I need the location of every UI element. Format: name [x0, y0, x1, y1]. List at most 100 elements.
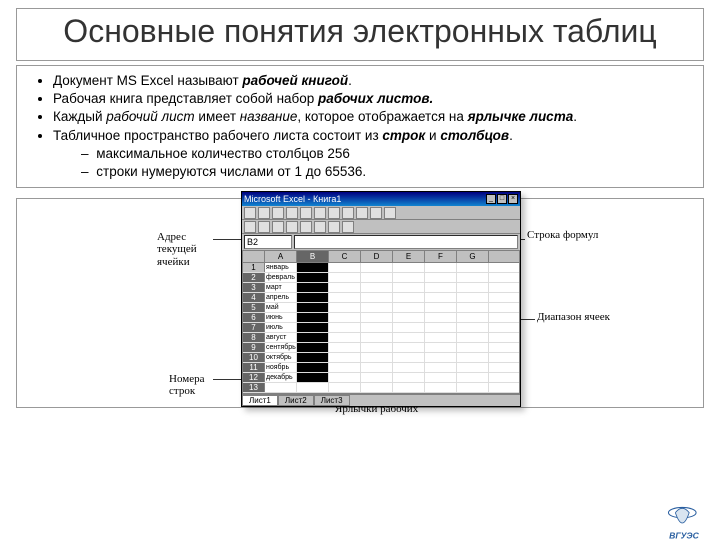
grid-cell [329, 363, 361, 372]
bullet-2: Рабочая книга представляет собой набор р… [53, 90, 695, 108]
bullet-4: Табличное пространство рабочего листа со… [53, 127, 695, 182]
grid-cell [425, 343, 457, 352]
grid-cell [329, 323, 361, 332]
grid-cell: июнь [265, 313, 297, 322]
col-header: D [361, 251, 393, 262]
grid-cell [361, 283, 393, 292]
grid-cell [361, 353, 393, 362]
grid-cell [297, 363, 329, 372]
grid-cell [457, 333, 489, 342]
grid-cell: май [265, 303, 297, 312]
grid-cell [329, 303, 361, 312]
bullet-4a: максимальное количество столбцов 256 [81, 145, 695, 163]
formula-bar: B2 [242, 234, 520, 250]
sheet-tab: Лист3 [314, 395, 350, 406]
grid-cell [393, 333, 425, 342]
grid-row: 2февраль [243, 273, 519, 283]
grid-cell [329, 283, 361, 292]
grid-cell: февраль [265, 273, 297, 282]
grid-cell [297, 353, 329, 362]
grid-cell [393, 293, 425, 302]
maximize-icon: □ [497, 194, 507, 204]
svg-text:ВГУЭС: ВГУЭС [669, 531, 699, 541]
worksheet-grid: A B C D E F G 1январь2февраль3март4апрел… [242, 250, 520, 394]
grid-row: 7июль [243, 323, 519, 333]
grid-cell: декабрь [265, 373, 297, 382]
slide-title: Основные понятия электронных таблиц [25, 13, 695, 50]
grid-cell [457, 383, 489, 392]
sheet-tab: Лист2 [278, 395, 314, 406]
grid-cell: июль [265, 323, 297, 332]
grid-cell [457, 373, 489, 382]
col-header: E [393, 251, 425, 262]
grid-cell [329, 273, 361, 282]
grid-cell [361, 323, 393, 332]
grid-row: 5май [243, 303, 519, 313]
grid-cell [329, 383, 361, 392]
grid-row: 12декабрь [243, 373, 519, 383]
grid-cell [393, 343, 425, 352]
col-header: B [297, 251, 329, 262]
grid-cell [297, 323, 329, 332]
grid-cell [297, 373, 329, 382]
window-title: Microsoft Excel - Книга1 [244, 194, 341, 204]
col-header: C [329, 251, 361, 262]
grid-cell [361, 333, 393, 342]
column-headers: A B C D E F G [243, 251, 519, 263]
minimize-icon: _ [486, 194, 496, 204]
grid-cell [457, 353, 489, 362]
formula-input [294, 235, 518, 249]
grid-cell [361, 293, 393, 302]
grid-cell [361, 263, 393, 272]
col-header: G [457, 251, 489, 262]
grid-cell: август [265, 333, 297, 342]
grid-cell [457, 323, 489, 332]
grid-cell [457, 283, 489, 292]
grid-cell [457, 303, 489, 312]
grid-cell [329, 353, 361, 362]
grid-row: 10октябрь [243, 353, 519, 363]
grid-cell [297, 343, 329, 352]
col-header: A [265, 251, 297, 262]
content-frame: Документ MS Excel называют рабочей книго… [16, 65, 704, 188]
grid-cell [393, 303, 425, 312]
toolbar-icon [244, 207, 256, 219]
grid-cell [457, 293, 489, 302]
grid-cell [425, 313, 457, 322]
grid-cell [393, 283, 425, 292]
grid-cell [297, 263, 329, 272]
grid-cell [425, 373, 457, 382]
close-icon: × [508, 194, 518, 204]
excel-screenshot: Microsoft Excel - Книга1 _ □ × B2 A B C … [241, 191, 521, 407]
grid-cell [393, 373, 425, 382]
grid-cell: ноябрь [265, 363, 297, 372]
grid-cell: октябрь [265, 353, 297, 362]
bullet-3: Каждый рабочий лист имеет название, кото… [53, 108, 695, 126]
label-cell-range: Диапазон ячеек [537, 311, 610, 323]
grid-cell [361, 383, 393, 392]
grid-cell [457, 273, 489, 282]
grid-cell [297, 283, 329, 292]
grid-cell [425, 333, 457, 342]
grid-cell [457, 263, 489, 272]
grid-cell [425, 353, 457, 362]
grid-cell [297, 273, 329, 282]
grid-cell [329, 373, 361, 382]
grid-cell [425, 263, 457, 272]
label-active-cell: Адрес текущей ячейки [157, 231, 217, 267]
grid-row: 11ноябрь [243, 363, 519, 373]
grid-cell [297, 303, 329, 312]
grid-cell [361, 273, 393, 282]
label-row-numbers: Номера строк [169, 373, 219, 397]
grid-cell [361, 303, 393, 312]
grid-row: 1январь [243, 263, 519, 273]
grid-cell: январь [265, 263, 297, 272]
grid-row: 3март [243, 283, 519, 293]
grid-cell: апрель [265, 293, 297, 302]
col-header: F [425, 251, 457, 262]
grid-cell [297, 383, 329, 392]
grid-cell [329, 313, 361, 322]
grid-cell [457, 313, 489, 322]
grid-row: 6июнь [243, 313, 519, 323]
label-formula-bar: Строка формул [527, 229, 598, 241]
